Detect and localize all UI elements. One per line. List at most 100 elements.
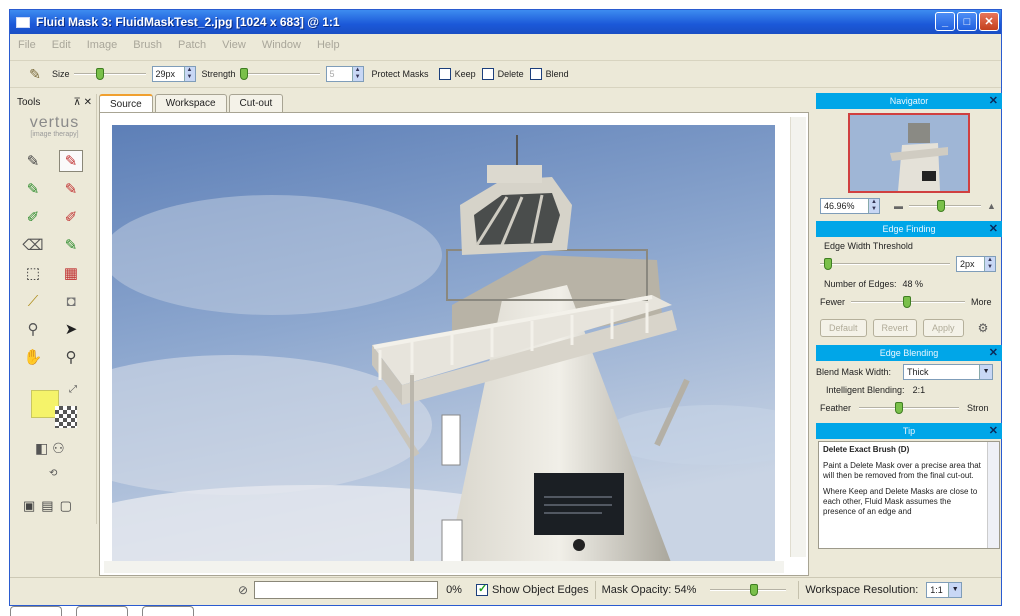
canvas-horizontal-scrollbar[interactable] (104, 561, 784, 573)
menu-help[interactable]: Help (317, 39, 340, 51)
image-canvas[interactable] (99, 112, 809, 576)
tip-close-icon[interactable]: ✕ (989, 424, 998, 437)
edge-blending-close-icon[interactable]: ✕ (989, 346, 998, 359)
num-edges-thumb[interactable] (903, 296, 912, 308)
zoom-value: 46.96% (824, 201, 855, 211)
blend-width-select[interactable]: Thick ▼ (903, 364, 994, 380)
edge-threshold-input[interactable]: 2px ▲ ▼ (956, 256, 996, 272)
feather-slider[interactable] (859, 402, 960, 414)
zoom-slider-thumb[interactable] (937, 200, 945, 212)
strength-slider-thumb[interactable] (239, 68, 248, 80)
taskbar-tab-1[interactable] (10, 606, 62, 616)
brush-icon: ✎ (29, 65, 41, 82)
num-edges-slider[interactable] (851, 296, 966, 308)
tab-source[interactable]: Source (99, 94, 153, 113)
background-transparency-swatch[interactable] (55, 406, 77, 428)
pointer-icon[interactable]: ➤ (59, 318, 83, 340)
delete-label: Delete (497, 69, 524, 79)
strength-input[interactable]: 5 ▲ ▼ (325, 66, 364, 82)
blend-checkbox[interactable] (529, 68, 542, 80)
tab-workspace[interactable]: Workspace (154, 94, 227, 112)
taskbar-tab-3[interactable] (142, 606, 194, 616)
delete-brush-icon[interactable]: ✎ (59, 178, 83, 200)
show-edges-label: Show Object Edges (491, 583, 589, 596)
lighthouse-photo[interactable] (112, 125, 775, 564)
num-edges-label: Number of Edges: (824, 279, 897, 289)
menu-window[interactable]: Window (262, 39, 301, 51)
stop-icon[interactable]: ⊘ (238, 583, 248, 597)
tip-content: Delete Exact Brush (D) Paint a Delete Ma… (818, 441, 1000, 549)
zoom-input[interactable]: 46.96% ▲ ▼ (820, 198, 880, 214)
edge-blending-header: Edge Blending ✕ (816, 345, 1002, 361)
menu-edit[interactable]: Edit (52, 39, 71, 51)
intelligent-blending-value: 2:1 (912, 385, 926, 395)
edge-threshold-slider[interactable] (820, 258, 950, 270)
strength-value: 5 (329, 69, 335, 79)
keep-local-brush-icon[interactable]: ✐ (21, 206, 45, 228)
feather-label: Feather (820, 403, 852, 413)
menu-file[interactable]: File (18, 39, 36, 51)
edge-settings-icon[interactable]: ⚙ (978, 321, 989, 335)
fill-icon[interactable]: ▦ (59, 262, 83, 284)
strength-slider[interactable] (239, 68, 320, 80)
size-slider-thumb[interactable] (95, 68, 104, 80)
edge-threshold-thumb[interactable] (824, 258, 832, 270)
patch-brush-icon[interactable]: ✎ (59, 234, 83, 256)
zoom-in-icon[interactable]: ▲ (987, 201, 996, 211)
zoom-slider[interactable] (909, 200, 981, 212)
tip-scrollbar[interactable] (987, 442, 999, 548)
show-edges-checkbox[interactable] (475, 582, 488, 596)
view-toggle-icon[interactable]: ◧ ⚇ (35, 440, 65, 457)
feather-thumb[interactable] (895, 402, 904, 414)
keep-label: Keep (454, 69, 476, 79)
mask-opacity-thumb[interactable] (750, 583, 759, 596)
right-panel: Navigator ✕ 46.96%▲▼ ▬ ▲ Edge Finding (816, 93, 1002, 578)
tab-cutout[interactable]: Cut-out (228, 94, 284, 112)
eraser-icon[interactable]: ⌫ (21, 234, 45, 256)
apply-button[interactable]: Apply (923, 319, 964, 337)
select-rect-icon[interactable]: ⬚ (21, 262, 45, 284)
keep-checkbox[interactable] (438, 68, 451, 80)
default-button[interactable]: Default (820, 319, 867, 337)
revert-button[interactable]: Revert (872, 319, 918, 337)
menu-brush[interactable]: Brush (133, 39, 162, 51)
taskbar-tabs (10, 606, 194, 616)
delete-checkbox[interactable] (481, 68, 494, 80)
zoom-out-icon[interactable]: ▬ (894, 201, 903, 211)
menu-view[interactable]: View (222, 39, 246, 51)
app-icon (16, 16, 30, 28)
minimize-button[interactable]: _ (935, 12, 955, 31)
navigator-close-icon[interactable]: ✕ (989, 94, 998, 107)
hand-icon[interactable]: ✋ (21, 346, 45, 368)
menu-patch[interactable]: Patch (178, 39, 206, 51)
size-slider[interactable] (73, 68, 146, 80)
title-bar[interactable]: Fluid Mask 3: FluidMaskTest_2.jpg [1024 … (10, 10, 1001, 34)
reset-icon[interactable]: ⟲ (49, 468, 57, 479)
canvas-vertical-scrollbar[interactable] (790, 117, 806, 557)
navigator-header: Navigator ✕ (816, 93, 1002, 109)
taskbar-tab-2[interactable] (76, 606, 128, 616)
lasso-icon[interactable]: ⚲ (21, 318, 45, 340)
intelligent-blending-label: Intelligent Blending: (826, 385, 905, 395)
zoom-icon[interactable]: ⚲ (59, 346, 83, 368)
tools-pin-close[interactable]: ⊼ ✕ (74, 97, 92, 108)
layout-icons[interactable]: ▣▤▢ (23, 498, 78, 514)
pencil-icon[interactable]: ✎ (21, 150, 45, 172)
delete-exact-brush-icon[interactable]: ✎ (59, 150, 83, 172)
delete-local-brush-icon[interactable]: ✐ (59, 206, 83, 228)
size-input[interactable]: 29px ▲ ▼ (151, 66, 196, 82)
swap-colors-icon[interactable]: ⤢ (69, 384, 77, 395)
workspace-resolution-select[interactable]: 1:1 ▼ (926, 581, 963, 598)
mask-opacity-slider[interactable] (710, 583, 787, 596)
edge-threshold-value: 2px (960, 259, 975, 269)
maximize-button[interactable]: □ (957, 12, 977, 31)
edge-tool-icon[interactable]: ⟋ (21, 290, 45, 312)
navigator-thumbnail[interactable] (848, 113, 970, 193)
edge-finding-close-icon[interactable]: ✕ (989, 222, 998, 235)
menu-image[interactable]: Image (87, 39, 118, 51)
keep-brush-icon[interactable]: ✎ (21, 178, 45, 200)
close-button[interactable]: ✕ (979, 12, 999, 31)
size-label: Size (52, 69, 70, 79)
camera-icon[interactable]: ◘ (59, 290, 83, 312)
edge-finding-title: Edge Finding (882, 224, 936, 234)
